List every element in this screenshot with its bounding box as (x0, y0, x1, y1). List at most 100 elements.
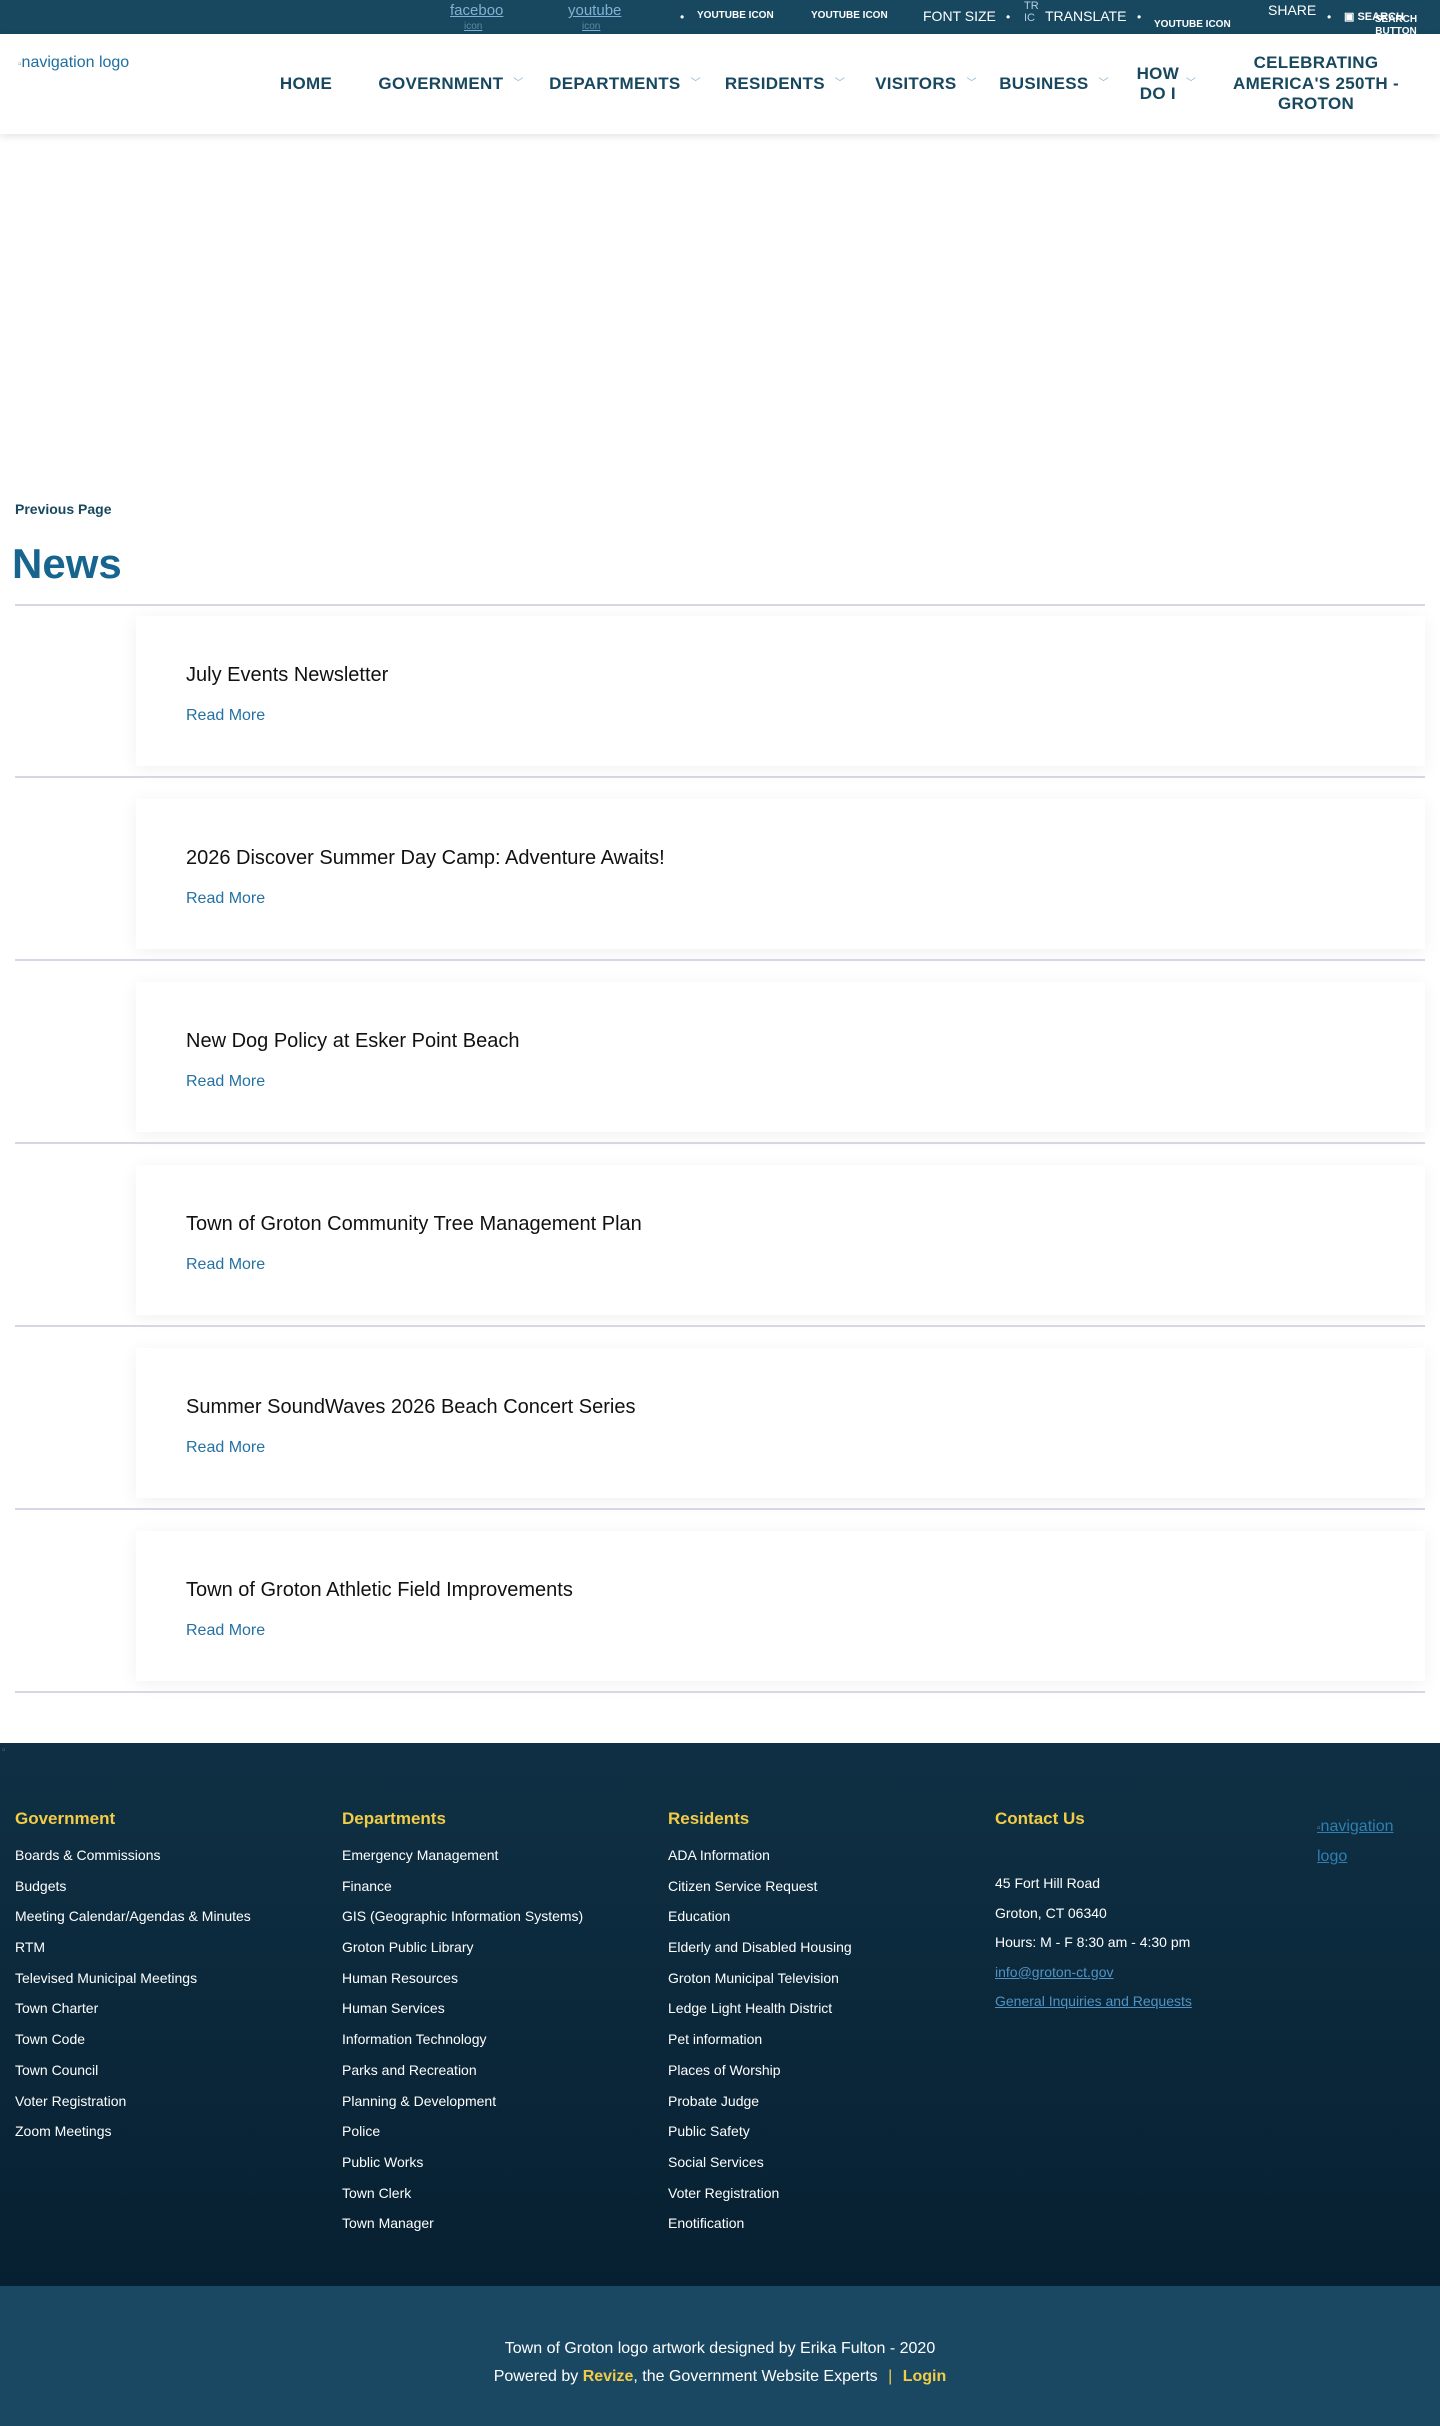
read-more-link[interactable]: Read More (186, 1622, 265, 1640)
read-more-link[interactable]: Read More (186, 890, 265, 908)
share-button[interactable]: SHARE (1268, 2, 1316, 18)
nav-how-do-i[interactable]: HOW DO I ﹀ (1130, 34, 1200, 134)
youtube-icon[interactable]: YOUTUBE ICON (1154, 19, 1231, 30)
footer-link[interactable]: Emergency Management (342, 1847, 583, 1878)
footer-link[interactable]: Public Safety (668, 2123, 852, 2154)
translate-button[interactable]: TRANSLATE (1045, 8, 1126, 24)
nav-home[interactable]: HOME (270, 34, 342, 134)
translate-icon: TR IC (1024, 0, 1039, 24)
divider (15, 959, 1425, 961)
footer-link[interactable]: RTM (15, 1939, 251, 1970)
footer-link[interactable]: Ledge Light Health District (668, 2000, 852, 2031)
utility-bar: faceboo icon youtube icon • YOUTUBE ICON… (0, 0, 1440, 37)
read-more-link[interactable]: Read More (186, 1256, 265, 1274)
read-more-link[interactable]: Read More (186, 707, 265, 725)
footer-link[interactable]: Planning & Development (342, 2093, 583, 2124)
nav-home-label: HOME (279, 73, 333, 93)
footer-logo[interactable]: ▫navigation logo (1317, 1813, 1427, 1871)
news-title[interactable]: Summer SoundWaves 2026 Beach Concert Ser… (186, 1396, 635, 1419)
footer-link[interactable]: Groton Municipal Television (668, 1970, 852, 2001)
nav-business-label: BUSINESS (999, 73, 1089, 93)
footer-link[interactable]: Town Charter (15, 2000, 251, 2031)
nav-business[interactable]: BUSINESS ﹀ (998, 34, 1110, 134)
youtube-icon: youtube (568, 2, 622, 19)
footer-link[interactable]: Town Council (15, 2062, 251, 2093)
nav-residents[interactable]: RESIDENTS ﹀ (724, 34, 846, 134)
divider (15, 1142, 1425, 1144)
contact-email-link[interactable]: info@groton-ct.gov (995, 1964, 1192, 1994)
youtube-icon[interactable]: YOUTUBE ICON (811, 10, 888, 21)
facebook-icon-alt: icon (464, 21, 483, 32)
footer-link[interactable]: Town Clerk (342, 2185, 583, 2216)
site-footer: ▫ Government Boards & Commissions Budget… (0, 1743, 1440, 2286)
footer-link[interactable]: Boards & Commissions (15, 1847, 251, 1878)
footer-link[interactable]: Voter Registration (668, 2185, 852, 2216)
footer-link[interactable]: GIS (Geographic Information Systems) (342, 1908, 583, 1939)
facebook-link[interactable]: faceboo icon (450, 2, 503, 32)
news-title[interactable]: New Dog Policy at Esker Point Beach (186, 1030, 520, 1053)
news-title[interactable]: Town of Groton Community Tree Management… (186, 1213, 642, 1236)
youtube-icon-alt: icon (582, 21, 601, 32)
news-title[interactable]: 2026 Discover Summer Day Camp: Adventure… (186, 847, 665, 870)
news-title[interactable]: July Events Newsletter (186, 664, 388, 687)
footer-link[interactable]: Citizen Service Request (668, 1878, 852, 1909)
contact-inquiries-link[interactable]: General Inquiries and Requests (995, 1993, 1192, 2023)
footer-link[interactable]: Groton Public Library (342, 1939, 583, 1970)
divider (15, 1508, 1425, 1510)
bullet: • (680, 10, 685, 24)
nav-how-do-i-label: HOW DO I (1136, 63, 1180, 103)
chevron-down-icon: ﹀ (834, 78, 846, 89)
news-card: Summer SoundWaves 2026 Beach Concert Ser… (136, 1348, 1425, 1498)
youtube-icon[interactable]: YOUTUBE ICON (697, 10, 774, 21)
divider (15, 604, 1425, 606)
footer-link[interactable]: Places of Worship (668, 2062, 852, 2093)
footer-link[interactable]: ADA Information (668, 1847, 852, 1878)
footer-link[interactable]: Parks and Recreation (342, 2062, 583, 2093)
nav-government[interactable]: GOVERNMENT ﹀ (372, 34, 530, 134)
nav-america-250[interactable]: CELEBRATING AMERICA'S 250TH - GROTON (1228, 34, 1404, 134)
footer-link[interactable]: Budgets (15, 1878, 251, 1909)
footer-link[interactable]: Police (342, 2123, 583, 2154)
footer-link[interactable]: Social Services (668, 2154, 852, 2185)
font-size-button[interactable]: FONT SIZE (923, 8, 996, 24)
youtube-link[interactable]: youtube icon (568, 2, 621, 32)
footer-link[interactable]: Town Manager (342, 2215, 583, 2246)
read-more-link[interactable]: Read More (186, 1439, 265, 1457)
logo[interactable]: ▫navigation logo (18, 54, 129, 72)
footer-link[interactable]: Elderly and Disabled Housing (668, 1939, 852, 1970)
news-title[interactable]: Town of Groton Athletic Field Improvemen… (186, 1579, 573, 1602)
login-link[interactable]: Login (903, 2368, 947, 2385)
footer-link[interactable]: Pet information (668, 2031, 852, 2062)
footer-link[interactable]: Human Services (342, 2000, 583, 2031)
bullet: • (1137, 10, 1142, 24)
previous-page-link[interactable]: Previous Page (15, 501, 112, 517)
chevron-down-icon: ﹀ (690, 78, 701, 89)
footer-link[interactable]: Finance (342, 1878, 583, 1909)
footer-link[interactable]: Zoom Meetings (15, 2123, 251, 2154)
footer-link[interactable]: Town Code (15, 2031, 251, 2062)
footer-contact: Contact Us 45 Fort Hill Road Groton, CT … (995, 1809, 1192, 2023)
footer-link[interactable]: Education (668, 1908, 852, 1939)
broken-image-icon: ▫ (2, 1745, 6, 1756)
read-more-link[interactable]: Read More (186, 1073, 265, 1091)
site-header: ▫navigation logo HOME GOVERNMENT ﹀ DEPART… (0, 34, 1440, 134)
nav-departments[interactable]: DEPARTMENTS ﹀ (549, 34, 701, 134)
footer-heading: Contact Us (995, 1809, 1085, 1828)
footer-link[interactable]: Televised Municipal Meetings (15, 1970, 251, 2001)
nav-visitors[interactable]: VISITORS ﹀ (870, 34, 982, 134)
separator: | (888, 2368, 893, 2385)
news-card: 2026 Discover Summer Day Camp: Adventure… (136, 799, 1425, 949)
footer-link[interactable]: Information Technology (342, 2031, 583, 2062)
powered-by: Powered by Revize, the Government Websit… (0, 2368, 1440, 2386)
nav-visitors-label: VISITORS (875, 73, 957, 93)
contact-address-line: Groton, CT 06340 (995, 1904, 1107, 1921)
footer-link[interactable]: Meeting Calendar/Agendas & Minutes (15, 1908, 251, 1939)
footer-link[interactable]: Human Resources (342, 1970, 583, 2001)
footer-link[interactable]: Probate Judge (668, 2093, 852, 2124)
chevron-down-icon: ﹀ (966, 78, 977, 89)
revize-link[interactable]: Revize (583, 2368, 634, 2385)
footer-link[interactable]: Voter Registration (15, 2093, 251, 2124)
footer-link[interactable]: Enotification (668, 2215, 852, 2246)
bullet: • (1327, 10, 1332, 24)
footer-link[interactable]: Public Works (342, 2154, 583, 2185)
